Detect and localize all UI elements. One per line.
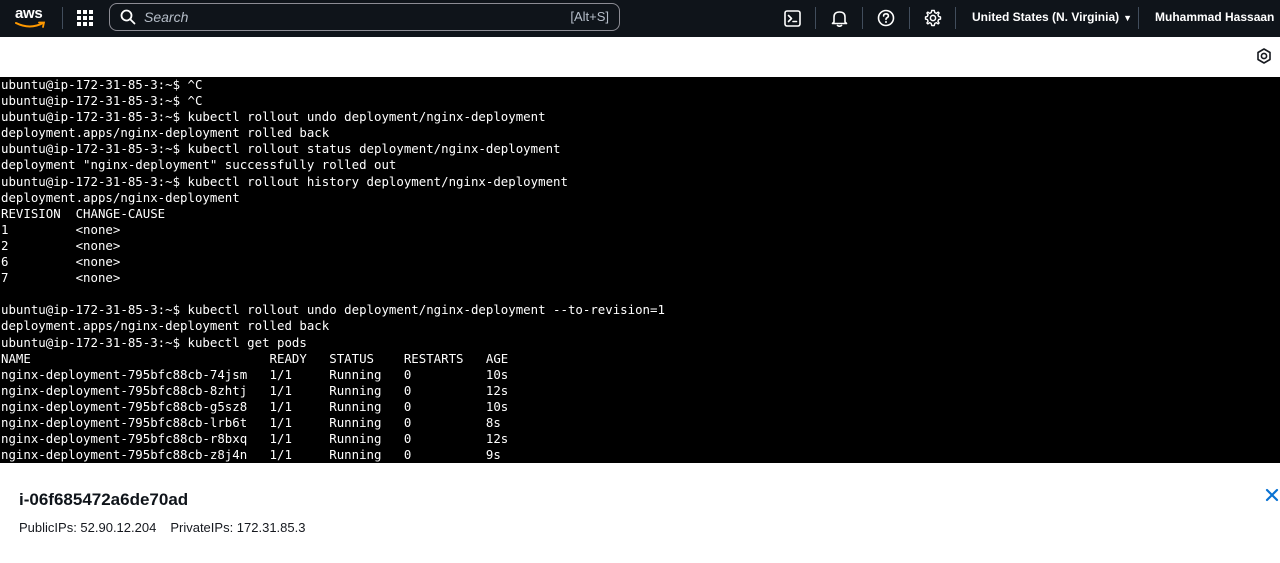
terminal-line: deployment.apps/nginx-deployment xyxy=(1,189,240,205)
terminal-line: deployment.apps/nginx-deployment rolled … xyxy=(1,318,330,334)
user-menu[interactable]: Muhammad Hassaan xyxy=(1155,10,1274,24)
search-box[interactable]: [Alt+S] xyxy=(109,3,620,31)
region-selector[interactable]: United States (N. Virginia) ▼ xyxy=(972,10,1132,24)
aws-logo-text: aws xyxy=(15,5,43,22)
terminal-line: deployment "nginx-deployment" successful… xyxy=(1,157,397,173)
help-icon[interactable] xyxy=(876,8,896,28)
nav-divider xyxy=(909,7,910,29)
gear-icon[interactable] xyxy=(923,8,943,28)
terminal-line: ubuntu@ip-172-31-85-3:~$ ^C xyxy=(1,93,203,109)
terminal-output: ubuntu@ip-172-31-85-3:~$ ^C ubuntu@ip-172… xyxy=(1,77,665,463)
private-ip: PrivateIPs: 172.31.85.3 xyxy=(170,520,306,535)
terminal-line: nginx-deployment-795bfc88cb-g5sz8 1/1 Ru… xyxy=(1,398,509,414)
instance-ip-addresses: PublicIPs: 52.90.12.204 PrivateIPs: 172.3… xyxy=(19,520,305,535)
cloudshell-icon[interactable] xyxy=(782,8,802,28)
instance-id: i-06f685472a6de70ad xyxy=(19,490,189,509)
nav-divider xyxy=(815,7,816,29)
nav-divider xyxy=(1138,7,1139,29)
public-ip: PublicIPs: 52.90.12.204 xyxy=(19,520,157,535)
terminal-line: ubuntu@ip-172-31-85-3:~$ kubectl rollout… xyxy=(1,141,561,157)
session-toolbar xyxy=(0,37,1280,77)
instance-info-panel: i-06f685472a6de70ad PublicIPs: 52.90.12.… xyxy=(0,463,1280,563)
terminal-line: nginx-deployment-795bfc88cb-z8j4n 1/1 Ru… xyxy=(1,447,501,463)
terminal-line: NAME READY STATUS RESTARTS AGE xyxy=(1,350,509,366)
close-icon[interactable] xyxy=(1264,487,1280,503)
terminal-line: nginx-deployment-795bfc88cb-8zhtj 1/1 Ru… xyxy=(1,382,509,398)
terminal-window[interactable]: ubuntu@ip-172-31-85-3:~$ ^C ubuntu@ip-172… xyxy=(0,77,1280,463)
search-shortcut-hint: [Alt+S] xyxy=(570,9,609,24)
terminal-line: nginx-deployment-795bfc88cb-lrb6t 1/1 Ru… xyxy=(1,414,501,430)
user-name: Muhammad Hassaan xyxy=(1155,10,1275,24)
terminal-line: ubuntu@ip-172-31-85-3:~$ kubectl get pod… xyxy=(1,334,307,350)
terminal-line: 1 <none> xyxy=(1,221,121,237)
nav-divider xyxy=(955,7,956,29)
aws-logo[interactable]: aws xyxy=(14,5,48,31)
services-grid-icon[interactable] xyxy=(74,7,96,29)
terminal-line: nginx-deployment-795bfc88cb-74jsm 1/1 Ru… xyxy=(1,366,509,382)
nav-divider xyxy=(62,7,63,29)
caret-down-icon: ▼ xyxy=(1123,13,1133,23)
search-icon xyxy=(120,9,136,25)
aws-smile-icon xyxy=(15,21,46,28)
nav-divider xyxy=(862,7,863,29)
top-navigation-bar: aws [Alt+S] xyxy=(0,0,1280,37)
bell-icon[interactable] xyxy=(829,8,849,28)
terminal-line: ubuntu@ip-172-31-85-3:~$ kubectl rollout… xyxy=(1,173,568,189)
terminal-line: nginx-deployment-795bfc88cb-r8bxq 1/1 Ru… xyxy=(1,431,509,447)
region-label: United States (N. Virginia) xyxy=(972,10,1120,24)
session-settings-icon[interactable] xyxy=(1256,48,1272,64)
terminal-line: ubuntu@ip-172-31-85-3:~$ kubectl rollout… xyxy=(1,109,546,125)
terminal-line: ubuntu@ip-172-31-85-3:~$ ^C xyxy=(1,77,203,92)
terminal-line: deployment.apps/nginx-deployment rolled … xyxy=(1,125,330,141)
terminal-line: REVISION CHANGE-CAUSE xyxy=(1,205,166,221)
terminal-line: 7 <none> xyxy=(1,270,121,286)
terminal-line: 6 <none> xyxy=(1,254,121,270)
terminal-line: ubuntu@ip-172-31-85-3:~$ kubectl rollout… xyxy=(1,302,665,318)
terminal-line: 2 <none> xyxy=(1,237,121,253)
search-input[interactable] xyxy=(144,8,544,26)
